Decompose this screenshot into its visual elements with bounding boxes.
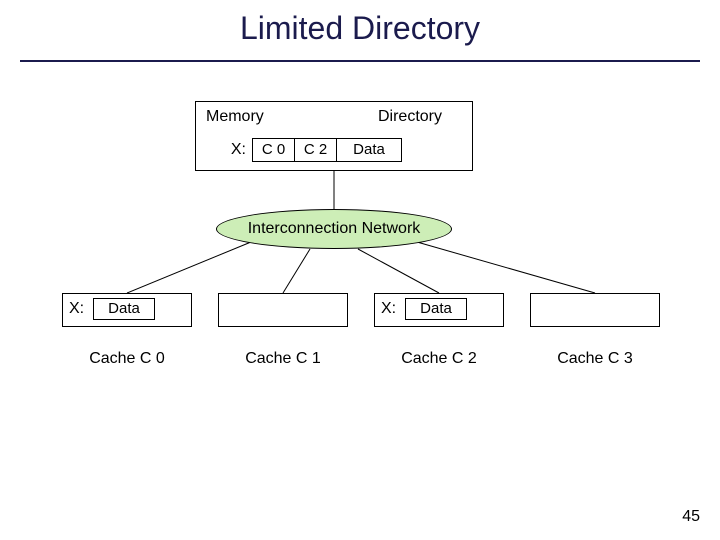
- directory-label: Directory: [378, 108, 442, 126]
- memory-directory-box: Memory Directory X: C 0 C 2 Data: [195, 101, 473, 171]
- entry-data: Data: [336, 138, 402, 162]
- cache-var: X:: [381, 300, 396, 318]
- cache-data: Data: [405, 298, 467, 320]
- page-number: 45: [682, 508, 700, 526]
- cache-label-c1: Cache C 1: [218, 350, 348, 368]
- cache-box-c2: X: Data: [374, 293, 504, 327]
- cache-label-c0: Cache C 0: [62, 350, 192, 368]
- cache-box-c0: X: Data: [62, 293, 192, 327]
- connector-lines: [0, 0, 720, 540]
- entry-pointer-1: C 2: [294, 138, 336, 162]
- cache-data: Data: [93, 298, 155, 320]
- cache-label-c2: Cache C 2: [374, 350, 504, 368]
- network-label: Interconnection Network: [248, 220, 421, 238]
- cache-box-c1: [218, 293, 348, 327]
- cache-label-c3: Cache C 3: [530, 350, 660, 368]
- cache-var: X:: [69, 300, 84, 318]
- cache-box-c3: [530, 293, 660, 327]
- entry-pointer-0: C 0: [252, 138, 294, 162]
- interconnection-network: Interconnection Network: [216, 209, 452, 249]
- directory-entry: X: C 0 C 2 Data: [224, 138, 402, 162]
- entry-var: X:: [224, 141, 252, 159]
- memory-label: Memory: [206, 108, 264, 126]
